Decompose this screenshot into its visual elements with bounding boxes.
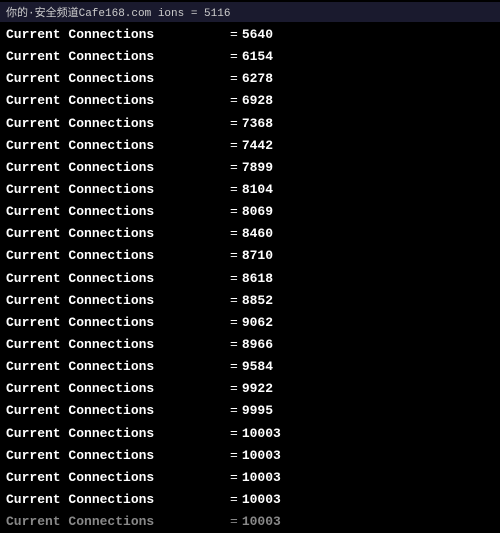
row-value: 10003 [242,490,281,510]
terminal-container: 你的·安全频道Cafe168.com ions = 5116 Current C… [0,0,500,520]
row-label: Current Connections [6,401,226,421]
row-value: 8966 [242,335,273,355]
row-label: Current Connections [6,313,226,333]
row-equals: = [230,357,238,377]
row-label: Current Connections [6,269,226,289]
table-row: Current Connections = 10003 [0,423,500,445]
table-row: Current Connections = 9062 [0,312,500,334]
rows-container: Current Connections = 5640Current Connec… [0,24,500,533]
table-row: Current Connections = 7368 [0,113,500,135]
row-equals: = [230,512,238,532]
row-label: Current Connections [6,69,226,89]
row-label: Current Connections [6,91,226,111]
table-row: Current Connections = 10003 [0,445,500,467]
table-row: Current Connections = 8104 [0,179,500,201]
row-equals: = [230,379,238,399]
row-label: Current Connections [6,25,226,45]
row-label: Current Connections [6,379,226,399]
row-equals: = [230,291,238,311]
row-value: 10003 [242,424,281,444]
row-equals: = [230,69,238,89]
row-value: 8069 [242,202,273,222]
header-bar: 你的·安全频道Cafe168.com ions = 5116 [0,2,500,22]
row-value: 10003 [242,512,281,532]
table-row: Current Connections = 7899 [0,157,500,179]
row-equals: = [230,91,238,111]
row-label: Current Connections [6,114,226,134]
table-row: Current Connections = 8460 [0,223,500,245]
row-equals: = [230,401,238,421]
table-row: Current Connections = 9922 [0,378,500,400]
row-label: Current Connections [6,512,226,532]
row-label: Current Connections [6,357,226,377]
row-value: 8104 [242,180,273,200]
row-equals: = [230,246,238,266]
table-row: Current Connections = 8852 [0,290,500,312]
table-row: Current Connections = 7442 [0,135,500,157]
row-label: Current Connections [6,246,226,266]
table-row: Current Connections = 8618 [0,268,500,290]
row-value: 8618 [242,269,273,289]
row-label: Current Connections [6,446,226,466]
row-value: 7899 [242,158,273,178]
row-equals: = [230,158,238,178]
row-equals: = [230,224,238,244]
table-row: Current Connections = 9995 [0,400,500,422]
row-value: 6154 [242,47,273,67]
row-value: 7368 [242,114,273,134]
row-equals: = [230,446,238,466]
table-row: Current Connections = 8069 [0,201,500,223]
table-row: Current Connections = 10003 [0,489,500,511]
row-value: 9584 [242,357,273,377]
row-value: 6278 [242,69,273,89]
row-equals: = [230,468,238,488]
row-value: 9062 [242,313,273,333]
row-equals: = [230,269,238,289]
row-label: Current Connections [6,335,226,355]
row-equals: = [230,490,238,510]
row-equals: = [230,313,238,333]
row-value: 10003 [242,468,281,488]
table-row: Current Connections = 6278 [0,68,500,90]
row-equals: = [230,180,238,200]
row-value: 9922 [242,379,273,399]
row-equals: = [230,424,238,444]
table-row: Current Connections = 6928 [0,90,500,112]
row-value: 5640 [242,25,273,45]
table-row: Current Connections = 10003 [0,511,500,533]
row-label: Current Connections [6,424,226,444]
row-label: Current Connections [6,490,226,510]
row-label: Current Connections [6,202,226,222]
row-equals: = [230,25,238,45]
row-label: Current Connections [6,224,226,244]
table-row: Current Connections = 6154 [0,46,500,68]
row-label: Current Connections [6,47,226,67]
row-equals: = [230,136,238,156]
row-value: 10003 [242,446,281,466]
row-value: 8460 [242,224,273,244]
row-value: 6928 [242,91,273,111]
row-equals: = [230,114,238,134]
header-text: 你的·安全频道Cafe168.com ions = 5116 [6,8,230,20]
table-row: Current Connections = 8710 [0,245,500,267]
table-row: Current Connections = 8966 [0,334,500,356]
row-value: 7442 [242,136,273,156]
row-label: Current Connections [6,291,226,311]
row-value: 9995 [242,401,273,421]
row-value: 8852 [242,291,273,311]
row-label: Current Connections [6,180,226,200]
row-equals: = [230,47,238,67]
row-equals: = [230,335,238,355]
table-row: Current Connections = 10003 [0,467,500,489]
row-label: Current Connections [6,136,226,156]
row-label: Current Connections [6,158,226,178]
table-row: Current Connections = 5640 [0,24,500,46]
row-label: Current Connections [6,468,226,488]
row-value: 8710 [242,246,273,266]
table-row: Current Connections = 9584 [0,356,500,378]
row-equals: = [230,202,238,222]
